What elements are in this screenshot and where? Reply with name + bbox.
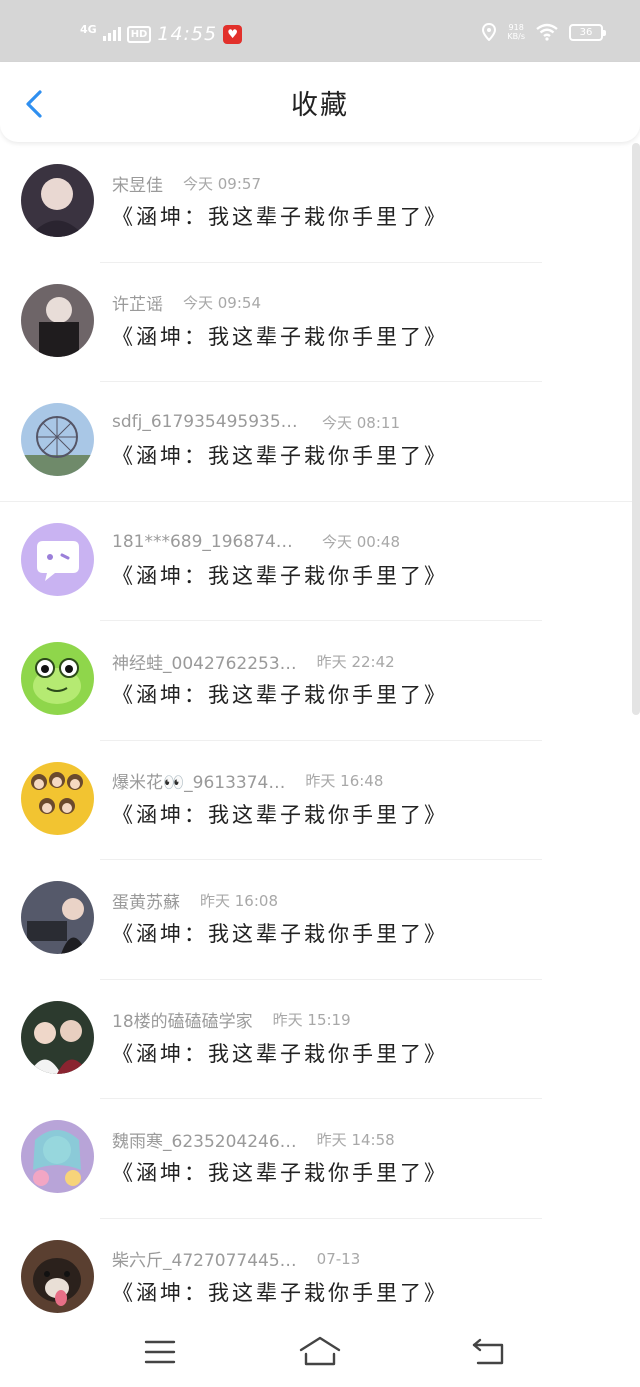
favorite-title[interactable]: 《涵坤：我这辈子栽你手里了》	[112, 918, 448, 948]
favorite-title[interactable]: 《涵坤：我这辈子栽你手里了》	[112, 201, 448, 231]
status-right: 918 KB/s 36	[481, 23, 606, 41]
user-name[interactable]: sdfj_61793549593592	[112, 412, 302, 432]
favorite-title[interactable]: 《涵坤：我这辈子栽你手里了》	[112, 799, 448, 829]
timestamp: 07-13	[316, 1249, 361, 1268]
avatar[interactable]	[21, 1239, 94, 1313]
user-name[interactable]: 18楼的磕磕磕学家	[112, 1007, 253, 1032]
item-meta: 18楼的磕磕磕学家 昨天 15:19	[112, 1008, 351, 1032]
list-item[interactable]: 许芷谣 今天 09:54 《涵坤：我这辈子栽你手里了》	[0, 263, 632, 383]
list-item[interactable]: 宋昱佳 今天 09:57 《涵坤：我这辈子栽你手里了》	[0, 143, 632, 263]
user-name[interactable]: 魏雨寒_6235204246…	[112, 1127, 297, 1152]
list-item[interactable]: 魏雨寒_6235204246… 昨天 14:58 《涵坤：我这辈子栽你手里了》	[0, 1099, 632, 1219]
status-bar: 4G HD 14:55 ♥ 918 KB/s 36	[0, 0, 640, 62]
favorite-title[interactable]: 《涵坤：我这辈子栽你手里了》	[112, 1038, 448, 1068]
favorite-title[interactable]: 《涵坤：我这辈子栽你手里了》	[112, 560, 448, 590]
timestamp: 昨天 22:42	[316, 652, 395, 671]
item-meta: 神经蛙_0042762253… 昨天 22:42	[112, 649, 395, 674]
hd-icon: HD	[126, 25, 152, 43]
avatar[interactable]	[21, 881, 94, 954]
timestamp: 今天 09:57	[183, 174, 261, 193]
timestamp: 今天 08:11	[322, 413, 400, 432]
network-type: 4G	[80, 22, 97, 36]
favorite-title[interactable]: 《涵坤：我这辈子栽你手里了》	[112, 1277, 448, 1307]
timestamp: 昨天 16:08	[200, 891, 278, 910]
network-speed: 918 KB/s	[507, 23, 525, 41]
avatar[interactable]	[21, 1000, 94, 1074]
user-name[interactable]: 神经蛙_0042762253…	[112, 649, 297, 674]
user-name[interactable]: 柴六斤_4727077445…	[112, 1246, 297, 1271]
user-name[interactable]: 爆米花👀_9613374…	[112, 768, 285, 793]
avatar[interactable]	[21, 283, 94, 357]
avatar[interactable]	[21, 761, 94, 835]
back-nav-button[interactable]	[466, 1332, 510, 1372]
status-left: 4G HD 14:55 ♥	[80, 22, 243, 46]
signal-icon	[102, 27, 121, 41]
user-name[interactable]: 蛋黄苏蘇	[112, 888, 180, 913]
list-item[interactable]: 蛋黄苏蘇 昨天 16:08 《涵坤：我这辈子栽你手里了》	[0, 860, 632, 980]
return-icon	[472, 1338, 504, 1365]
timestamp: 昨天 15:19	[272, 1011, 351, 1029]
list-item[interactable]: 18楼的磕磕磕学家 昨天 15:19 《涵坤：我这辈子栽你手里了》	[0, 980, 632, 1100]
item-meta: 181***689_196874438 今天 00:48	[112, 530, 400, 554]
system-nav-bar	[0, 1318, 640, 1387]
scrollbar[interactable]	[632, 143, 640, 715]
clock: 14:55	[157, 23, 218, 45]
wifi-icon	[536, 23, 558, 41]
user-name[interactable]: 宋昱佳	[112, 171, 163, 196]
speed-unit: KB/s	[507, 32, 525, 41]
notification-app-icon: ♥	[223, 24, 243, 44]
item-meta: 柴六斤_4727077445… 07-13	[112, 1246, 361, 1272]
home-button[interactable]	[298, 1332, 342, 1372]
avatar[interactable]	[21, 642, 94, 715]
favorites-list[interactable]: 宋昱佳 今天 09:57 《涵坤：我这辈子栽你手里了》 许芷谣 今天 09:54…	[0, 143, 632, 1338]
list-item[interactable]: 181***689_196874438 今天 00:48 《涵坤：我这辈子栽你手…	[0, 502, 632, 622]
location-icon	[482, 23, 497, 41]
list-item[interactable]: 爆米花👀_9613374… 昨天 16:48 《涵坤：我这辈子栽你手里了》	[0, 741, 632, 861]
avatar[interactable]	[21, 403, 94, 476]
timestamp: 今天 09:54	[183, 294, 261, 312]
list-item[interactable]: 神经蛙_0042762253… 昨天 22:42 《涵坤：我这辈子栽你手里了》	[0, 621, 632, 741]
item-meta: 宋昱佳 今天 09:57	[112, 171, 261, 196]
avatar[interactable]	[21, 1120, 94, 1193]
item-meta: 魏雨寒_6235204246… 昨天 14:58	[112, 1127, 395, 1152]
speed-value: 918	[508, 23, 524, 32]
header: 收藏	[0, 62, 640, 142]
page-title: 收藏	[291, 90, 349, 121]
timestamp: 昨天 16:48	[305, 772, 384, 790]
battery-icon: 36	[569, 23, 606, 41]
avatar[interactable]	[21, 522, 94, 596]
list-item[interactable]: sdfj_61793549593592 今天 08:11 《涵坤：我这辈子栽你手…	[0, 382, 632, 502]
timestamp: 今天 00:48	[322, 533, 400, 551]
timestamp: 昨天 14:58	[316, 1130, 395, 1149]
menu-button[interactable]	[138, 1332, 182, 1372]
item-meta: sdfj_61793549593592 今天 08:11	[112, 410, 400, 434]
home-icon	[299, 1336, 341, 1366]
favorite-title[interactable]: 《涵坤：我这辈子栽你手里了》	[112, 679, 448, 709]
item-meta: 蛋黄苏蘇 昨天 16:08	[112, 888, 278, 913]
menu-icon	[144, 1340, 176, 1364]
avatar[interactable]	[21, 164, 94, 237]
favorite-title[interactable]: 《涵坤：我这辈子栽你手里了》	[112, 440, 448, 470]
user-name[interactable]: 181***689_196874438	[112, 532, 302, 552]
favorite-title[interactable]: 《涵坤：我这辈子栽你手里了》	[112, 1157, 448, 1187]
item-meta: 许芷谣 今天 09:54	[112, 291, 261, 315]
favorite-title[interactable]: 《涵坤：我这辈子栽你手里了》	[112, 321, 448, 351]
item-meta: 爆米花👀_9613374… 昨天 16:48	[112, 769, 383, 793]
user-name[interactable]: 许芷谣	[112, 290, 163, 315]
